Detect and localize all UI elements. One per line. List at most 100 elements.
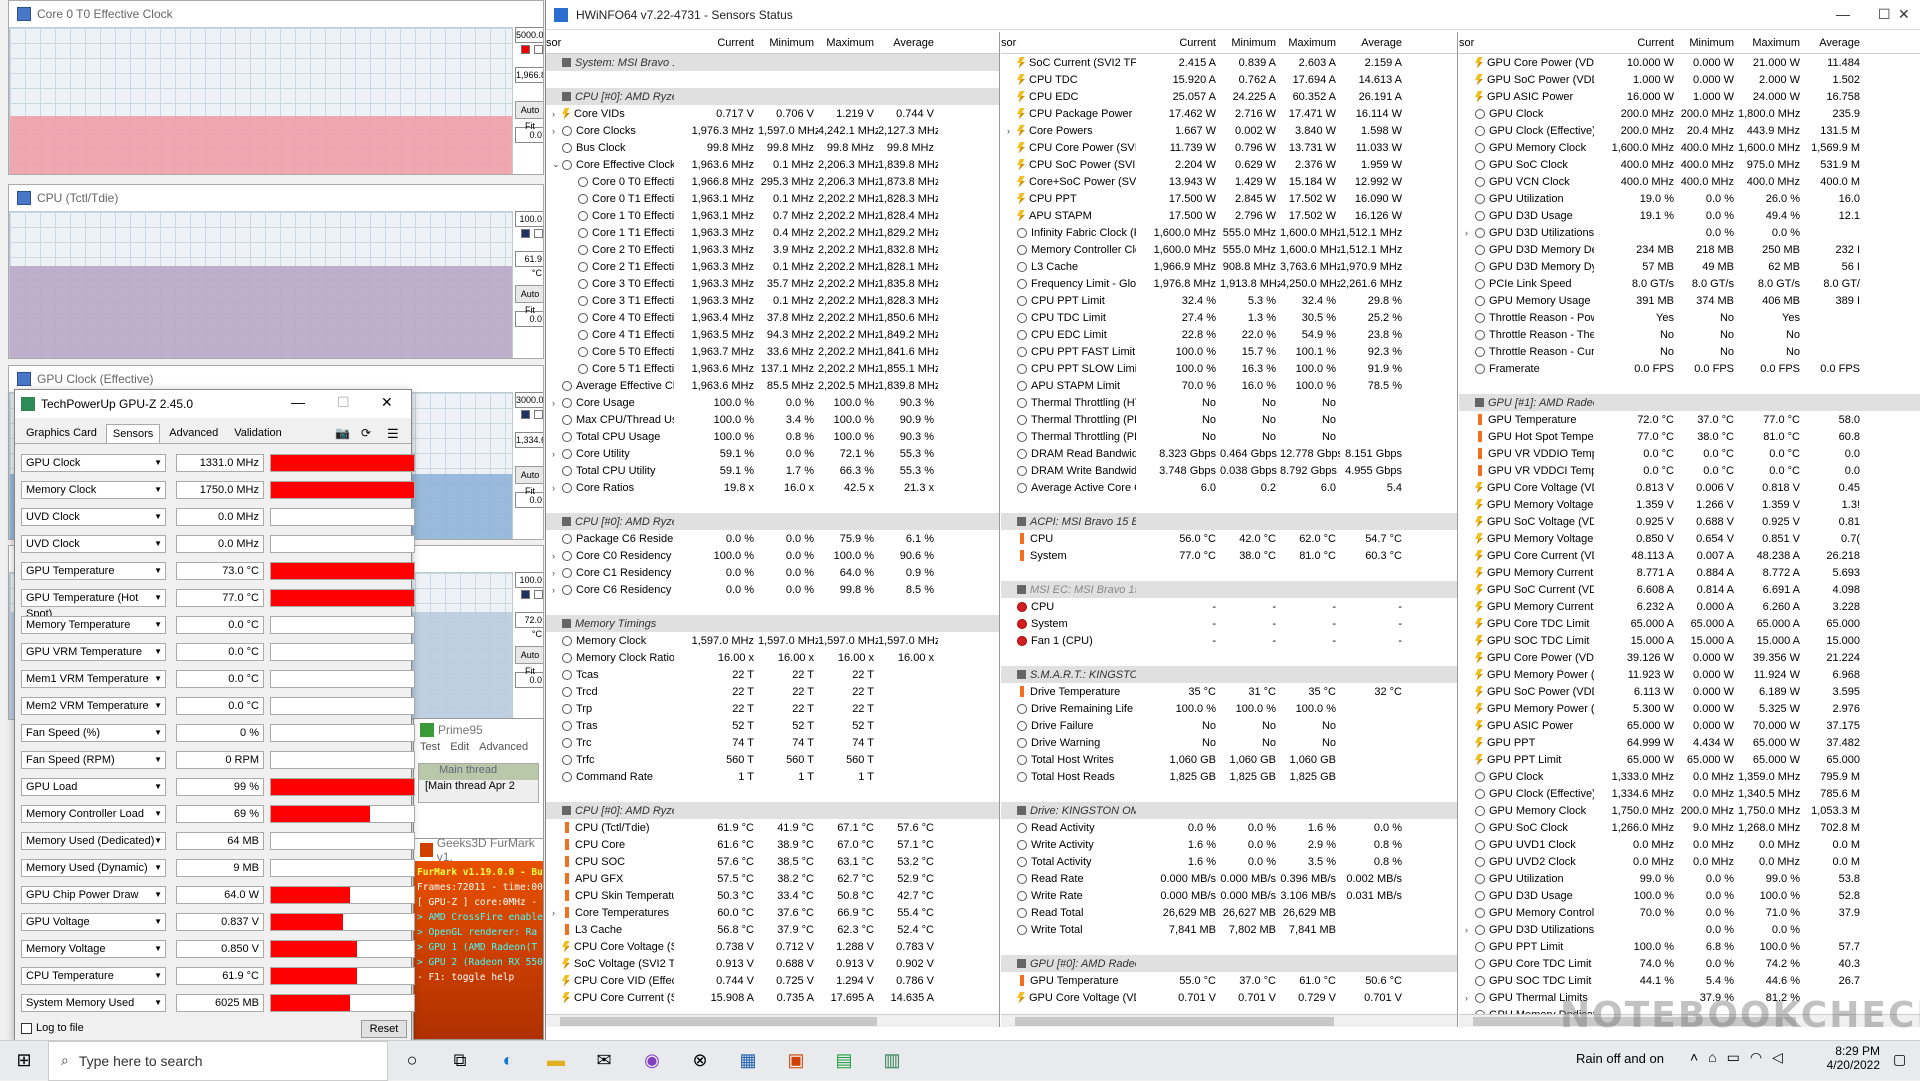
swatch-toggle[interactable]	[534, 410, 543, 419]
sensor-row[interactable]: GPU Utilization 99.0 % 0.0 % 99.0 % 53.8	[1459, 870, 1920, 887]
column-header-average[interactable]: Average	[1804, 37, 1864, 49]
sensor-row[interactable]: GPU PPT 64.999 W 4.434 W 65.000 W 37.482	[1459, 734, 1920, 751]
graph-max[interactable]: 100.0	[515, 211, 543, 227]
sensor-row[interactable]: GPU Memory Voltage (VDD... 1.359 V 1.266 V…	[1459, 496, 1920, 513]
chevron-down-icon[interactable]: ▼	[154, 698, 162, 714]
sensor-row[interactable]: CPU Skin Temperature 50.3 °C 33.4 °C 50.8 °…	[546, 887, 999, 904]
sensor-row[interactable]: GPU Temperature 72.0 °C 37.0 °C 77.0 °C 58.0	[1459, 411, 1920, 428]
auto-fit-button[interactable]: Auto Fit	[515, 646, 543, 676]
sensor-row[interactable]: GPU Core Voltage (VDDC... 0.701 V 0.701 V 0…	[1001, 989, 1457, 1006]
sensor-row[interactable]: › Core VIDs 0.717 V 0.706 V 1.219 V 0.744 V	[546, 105, 999, 122]
sensor-row[interactable]: Trfc 560 T 560 T 560 T	[546, 751, 999, 768]
chevron-down-icon[interactable]: ▼	[154, 887, 162, 903]
sensor-row[interactable]: GPU Memory Current (VD... 8.771 A 0.884 A 8…	[1459, 564, 1920, 581]
sensor-row[interactable]: GPU D3D Memory Dedicated 234 MB 218 MB 250 …	[1459, 241, 1920, 258]
weather-text[interactable]: Rain off and on	[1576, 1051, 1664, 1066]
mail-icon[interactable]: ✉	[590, 1047, 618, 1075]
sensor-row[interactable]: GPU Clock 1,333.0 MHz 0.0 MHz 1,359.0 MHz 79…	[1459, 768, 1920, 785]
sensor-group-header[interactable]: GPU [#0]: AMD Radeon ...	[1001, 955, 1457, 972]
edge-icon[interactable]: ◐	[494, 1047, 522, 1075]
sensor-row[interactable]: GPU SOC TDC Limit 15.000 A 15.000 A 15.000 …	[1459, 632, 1920, 649]
gpuz-sensor-label[interactable]: Fan Speed (%) ▼	[21, 724, 166, 742]
sensor-row[interactable]: CPU Core Power (SVI2 TFN) 11.739 W 0.796 W…	[1001, 139, 1457, 156]
windows-start-icon[interactable]: ⊞	[10, 1047, 38, 1075]
gpuz-tab-advanced[interactable]: Advanced	[162, 423, 225, 443]
color-swatch[interactable]	[521, 45, 530, 54]
hwinfo-taskbar-icon[interactable]: ▦	[734, 1047, 762, 1075]
sensor-row[interactable]: GPU Utilization 19.0 % 0.0 % 26.0 % 16.0	[1459, 190, 1920, 207]
sensor-row[interactable]: GPU Core Power (VDDCR_... 10.000 W 0.000 W…	[1459, 54, 1920, 71]
sensor-row[interactable]: System 77.0 °C 38.0 °C 81.0 °C 60.3 °C	[1001, 547, 1457, 564]
system-tray-icons[interactable]: ˄⌂▭◠◁	[1690, 1049, 1793, 1066]
column-header-maximum[interactable]: Maximum	[1738, 37, 1804, 49]
column-header-minimum[interactable]: Minimum	[1220, 37, 1280, 49]
sensor-row[interactable]: Total Activity 1.6 % 0.0 % 3.5 % 0.8 %	[1001, 853, 1457, 870]
sensor-row[interactable]: Thermal Throttling (PROC... No No No	[1001, 428, 1457, 445]
sensor-group-header[interactable]: MSI EC: MSI Bravo 15 B5DD	[1001, 581, 1457, 598]
sensor-row[interactable]: GPU SoC Voltage (VDDCR... 0.925 V 0.688 V 0…	[1459, 513, 1920, 530]
maximize-icon[interactable]: ☐	[1878, 6, 1891, 23]
sensor-row[interactable]: CPU PPT 17.500 W 2.845 W 17.502 W 16.090 W	[1001, 190, 1457, 207]
clock[interactable]: 8:29 PM 4/20/2022	[1820, 1044, 1880, 1072]
graph-min[interactable]: 0.0	[515, 672, 543, 688]
column-header-current[interactable]: Current	[1594, 37, 1678, 49]
sensor-row[interactable]: DRAM Write Bandwidth 3.748 Gbps 0.038 Gbps…	[1001, 462, 1457, 479]
sensor-row[interactable]: CPU TDC 15.920 A 0.762 A 17.694 A 14.613 A	[1001, 71, 1457, 88]
sensor-row[interactable]: Read Total 26,629 MB 26,627 MB 26,629 MB	[1001, 904, 1457, 921]
chevron-down-icon[interactable]: ▼	[154, 941, 162, 957]
gpuz-sensor-label[interactable]: UVD Clock ▼	[21, 535, 166, 553]
chevron-down-icon[interactable]: ▼	[154, 806, 162, 822]
task-view-icon[interactable]: ⧉	[446, 1047, 474, 1075]
chevron-down-icon[interactable]: ▼	[154, 509, 162, 525]
chevron-down-icon[interactable]: ▼	[154, 914, 162, 930]
sensor-row[interactable]: L3 Cache 1,966.9 MHz 908.8 MHz 3,763.6 MHz 1…	[1001, 258, 1457, 275]
sensor-row[interactable]: Core 0 T0 Effective Cl... 1,966.8 MHz 295.…	[546, 173, 999, 190]
sensor-row[interactable]: CPU PPT FAST Limit 100.0 % 15.7 % 100.1 % 92…	[1001, 343, 1457, 360]
column-header-sor[interactable]: sor	[1459, 37, 1594, 49]
sensor-row[interactable]: GPU SOC TDC Limit 44.1 % 5.4 % 44.6 % 26.7	[1459, 972, 1920, 989]
gpuz-sensor-label[interactable]: Memory Controller Load ▼	[21, 805, 166, 823]
swatch-toggle[interactable]	[534, 590, 543, 599]
sensor-row[interactable]: CPU Core 61.6 °C 38.9 °C 67.0 °C 57.1 °C	[546, 836, 999, 853]
log-to-file-checkbox[interactable]	[21, 1022, 32, 1034]
sensor-row[interactable]: › Core C0 Residency 100.0 % 0.0 % 100.0 % 90.…	[546, 547, 999, 564]
sensor-row[interactable]: Bus Clock 99.8 MHz 99.8 MHz 99.8 MHz 99.8 MH…	[546, 139, 999, 156]
sensor-row[interactable]: GPU SoC Clock 1,266.0 MHz 9.0 MHz 1,268.0 M…	[1459, 819, 1920, 836]
sensor-row[interactable]: APU GFX 57.5 °C 38.2 °C 62.7 °C 52.9 °C	[546, 870, 999, 887]
gpuz-sensor-label[interactable]: Memory Clock ▼	[21, 481, 166, 499]
chevron-down-icon[interactable]: ▼	[154, 455, 162, 471]
sensor-row[interactable]: GPU SoC Current (VDDCR... 6.608 A 0.814 A 6…	[1459, 581, 1920, 598]
sensor-row[interactable]: GPU Hot Spot Temperature 77.0 °C 38.0 °C 81…	[1459, 428, 1920, 445]
sensor-row[interactable]: GPU Memory Clock 1,750.0 MHz 200.0 MHz 1,75…	[1459, 802, 1920, 819]
sensor-row[interactable]: Throttle Reason - Power Yes No Yes	[1459, 309, 1920, 326]
sensor-row[interactable]: DRAM Read Bandwidth 8.323 Gbps 0.464 Gbps 1…	[1001, 445, 1457, 462]
sensor-row[interactable]: GPU VR VDDIO Temperature 0.0 °C 0.0 °C 0.0 …	[1459, 445, 1920, 462]
sensor-row[interactable]: › Core Clocks 1,976.3 MHz 1,597.0 MHz 4,242.…	[546, 122, 999, 139]
sensor-row[interactable]: CPU TDC Limit 27.4 % 1.3 % 30.5 % 25.2 %	[1001, 309, 1457, 326]
horizontal-scrollbar[interactable]	[546, 1014, 999, 1027]
sensor-row[interactable]: Drive Temperature 35 °C 31 °C 35 °C 32 °C	[1001, 683, 1457, 700]
sensor-row[interactable]: GPU Core Current (VDDCR... 48.113 A 0.007 …	[1459, 547, 1920, 564]
graph-max[interactable]: 3000.0	[515, 392, 543, 408]
sensor-row[interactable]: Core 4 T0 Effective Cl... 1,963.4 MHz 37.8…	[546, 309, 999, 326]
sensor-row[interactable]: System - - - -	[1001, 615, 1457, 632]
column-header-sor[interactable]: sor	[546, 37, 674, 49]
sensor-row[interactable]: Trcd 22 T 22 T 22 T	[546, 683, 999, 700]
sensor-row[interactable]: CPU PPT SLOW Limit 100.0 % 16.3 % 100.0 % 91…	[1001, 360, 1457, 377]
chevron-down-icon[interactable]: ▼	[154, 482, 162, 498]
sensor-row[interactable]: CPU EDC Limit 22.8 % 22.0 % 54.9 % 23.8 %	[1001, 326, 1457, 343]
gpuz-tab-graphics-card[interactable]: Graphics Card	[19, 423, 104, 443]
sensor-group-header[interactable]: System: MSI Bravo 15 B5...	[546, 54, 999, 71]
sensor-row[interactable]: Drive Failure No No No	[1001, 717, 1457, 734]
sensor-row[interactable]: › GPU D3D Utilizations 0.0 % 0.0 %	[1459, 921, 1920, 938]
chevron-down-icon[interactable]: ▼	[154, 995, 162, 1011]
prime95-menu-edit[interactable]: Edit	[450, 741, 469, 753]
sensor-row[interactable]: Total Host Writes 1,060 GB 1,060 GB 1,060 G…	[1001, 751, 1457, 768]
sensor-row[interactable]: GPU PPT Limit 65.000 W 65.000 W 65.000 W 65.…	[1459, 751, 1920, 768]
sensor-row[interactable]: Write Rate 0.000 MB/s 0.000 MB/s 3.106 MB/s…	[1001, 887, 1457, 904]
sensor-row[interactable]: Trc 74 T 74 T 74 T	[546, 734, 999, 751]
column-header-current[interactable]: Current	[1136, 37, 1220, 49]
sensor-row[interactable]: Memory Clock 1,597.0 MHz 1,597.0 MHz 1,597.…	[546, 632, 999, 649]
sensor-group-header[interactable]: GPU [#1]: AMD Radeon R...	[1459, 394, 1920, 411]
gpuz-sensor-label[interactable]: Mem1 VRM Temperature ▼	[21, 670, 166, 688]
